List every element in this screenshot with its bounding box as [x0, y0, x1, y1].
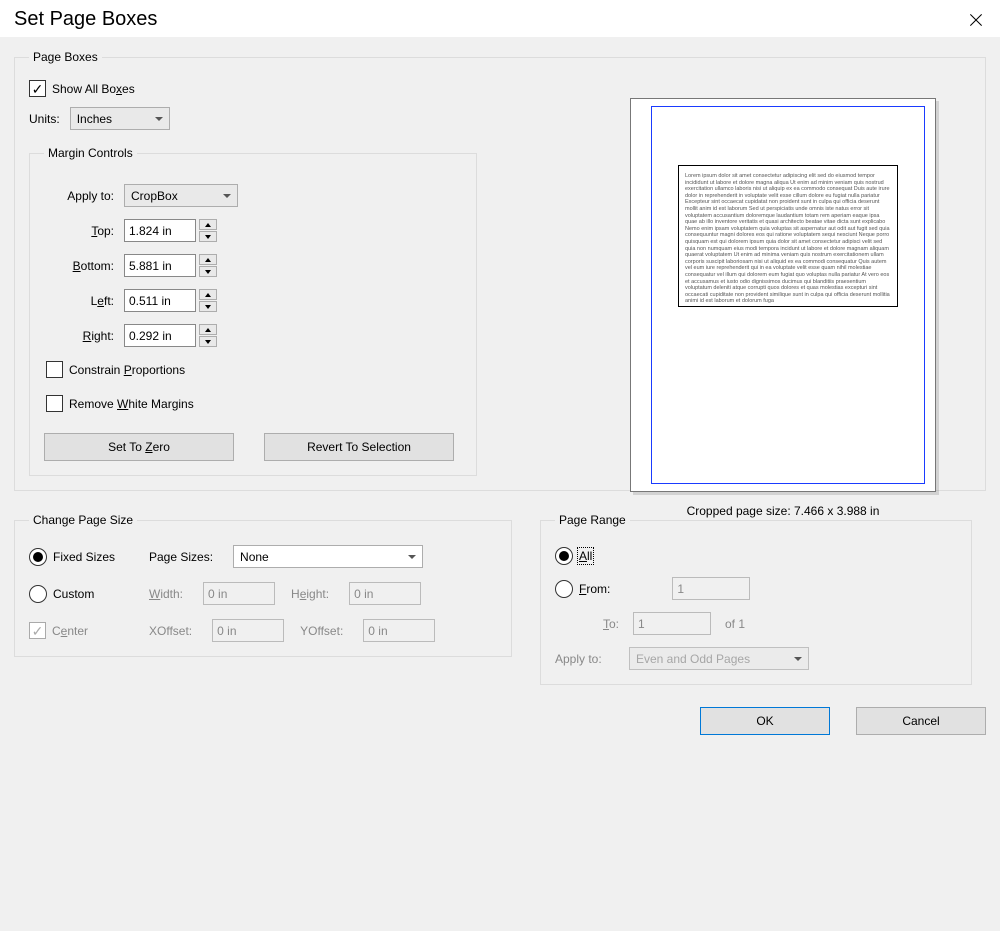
left-label: Left:: [44, 294, 114, 308]
top-input[interactable]: [124, 219, 196, 242]
set-to-zero-button[interactable]: Set To Zero: [44, 433, 234, 461]
chevron-down-icon: [205, 340, 211, 344]
show-all-boxes-label: Show All Boxes: [52, 82, 135, 96]
to-input: [633, 612, 711, 635]
checkmark-icon: [29, 622, 46, 639]
ok-button[interactable]: OK: [700, 707, 830, 735]
left-input[interactable]: [124, 289, 196, 312]
xoffset-input: [212, 619, 284, 642]
checkmark-icon: [29, 80, 46, 97]
bottom-spin-up[interactable]: [199, 254, 217, 265]
right-input[interactable]: [124, 324, 196, 347]
apply-to-label: Apply to:: [44, 189, 114, 203]
height-input: [349, 582, 421, 605]
close-icon[interactable]: [966, 10, 986, 30]
yoffset-input: [363, 619, 435, 642]
page-range-from-radio[interactable]: From:: [555, 580, 610, 598]
right-label: Right:: [44, 329, 114, 343]
center-checkbox: Center: [29, 622, 149, 639]
page-range-from-label: From:: [579, 582, 610, 596]
chevron-up-icon: [205, 258, 211, 262]
margin-controls-group: Margin Controls Apply to: CropBox Top:: [29, 146, 477, 476]
preview-caption: Cropped page size: 7.466 x 3.988 in: [613, 504, 953, 518]
chevron-down-icon: [205, 235, 211, 239]
dialog-title: Set Page Boxes: [14, 8, 157, 31]
to-label: To:: [565, 617, 619, 631]
bottom-spin-down[interactable]: [199, 266, 217, 277]
units-label: Units:: [29, 112, 60, 126]
radio-icon: [555, 580, 573, 598]
bottom-input[interactable]: [124, 254, 196, 277]
top-spin-up[interactable]: [199, 219, 217, 230]
page-sizes-label: Page Sizes:: [149, 550, 213, 564]
page-boxes-legend: Page Boxes: [29, 50, 102, 64]
page-range-apply-to-label: Apply to:: [555, 652, 615, 666]
revert-to-selection-button[interactable]: Revert To Selection: [264, 433, 454, 461]
fixed-sizes-label: Fixed Sizes: [53, 550, 115, 564]
chevron-up-icon: [205, 293, 211, 297]
height-label: Height:: [291, 587, 329, 601]
change-page-size-group: Change Page Size Fixed Sizes Page Sizes:…: [14, 513, 512, 657]
left-spin-up[interactable]: [199, 289, 217, 300]
page-range-apply-to-select: Even and Odd Pages: [629, 647, 809, 670]
of-label: of 1: [725, 617, 745, 631]
right-spin-up[interactable]: [199, 324, 217, 335]
radio-icon: [29, 585, 47, 603]
apply-to-select[interactable]: CropBox: [124, 184, 238, 207]
from-input: [672, 577, 750, 600]
page-range-all-radio[interactable]: All: [555, 547, 592, 565]
xoffset-label: XOffset:: [149, 624, 192, 638]
change-page-size-legend: Change Page Size: [29, 513, 137, 527]
page-boxes-group: Page Boxes Show All Boxes Units: Inches …: [14, 50, 986, 491]
cancel-button[interactable]: Cancel: [856, 707, 986, 735]
remove-white-margins-label: Remove White Margins: [69, 397, 194, 411]
chevron-down-icon: [205, 305, 211, 309]
constrain-proportions-checkbox[interactable]: Constrain Proportions: [46, 361, 185, 378]
radio-selected-icon: [29, 548, 47, 566]
constrain-proportions-label: Constrain Proportions: [69, 363, 185, 377]
page-range-group: Page Range All From: To:: [540, 513, 972, 685]
width-label: Width:: [149, 587, 183, 601]
remove-white-margins-checkbox[interactable]: Remove White Margins: [46, 395, 194, 412]
top-spin-down[interactable]: [199, 231, 217, 242]
chevron-up-icon: [205, 223, 211, 227]
checkbox-icon: [46, 395, 63, 412]
margin-controls-legend: Margin Controls: [44, 146, 137, 160]
right-spin-down[interactable]: [199, 336, 217, 347]
units-select[interactable]: Inches: [70, 107, 170, 130]
page-preview: Lorem ipsum dolor sit amet consectetur a…: [613, 98, 953, 518]
fixed-sizes-radio[interactable]: Fixed Sizes: [29, 548, 149, 566]
show-all-boxes-checkbox[interactable]: Show All Boxes: [29, 80, 135, 97]
width-input: [203, 582, 275, 605]
custom-radio[interactable]: Custom: [29, 585, 149, 603]
left-spin-down[interactable]: [199, 301, 217, 312]
chevron-down-icon: [205, 270, 211, 274]
custom-label: Custom: [53, 587, 94, 601]
page-sizes-select[interactable]: None: [233, 545, 423, 568]
page-range-all-label: All: [579, 549, 592, 563]
chevron-up-icon: [205, 328, 211, 332]
top-label: Top:: [44, 224, 114, 238]
checkbox-icon: [46, 361, 63, 378]
bottom-label: Bottom:: [44, 259, 114, 273]
center-label: Center: [52, 624, 88, 638]
radio-selected-icon: [555, 547, 573, 565]
yoffset-label: YOffset:: [300, 624, 343, 638]
